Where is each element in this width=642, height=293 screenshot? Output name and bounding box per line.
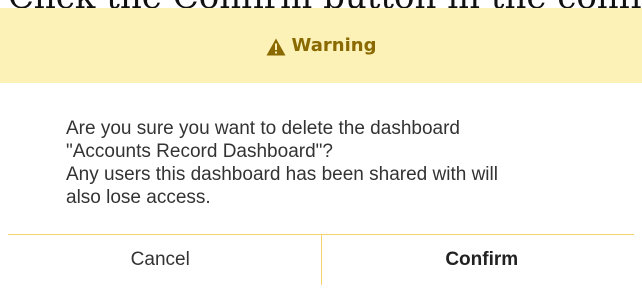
instruction-text: Click the Confirm button in the confirm: [0, 0, 642, 8]
confirm-button[interactable]: Confirm: [322, 235, 642, 285]
dialog-footer: Cancel Confirm: [0, 235, 642, 285]
message-line: "Accounts Record Dashboard"?: [66, 141, 333, 162]
message-line: Any users this dashboard has been shared…: [66, 164, 498, 185]
message-line: also lose access.: [66, 187, 211, 208]
message-line: Are you sure you want to delete the dash…: [66, 118, 460, 139]
dialog-message: Are you sure you want to delete the dash…: [0, 83, 642, 242]
dialog-header: Warning: [0, 8, 642, 83]
warning-triangle-icon: [266, 38, 286, 56]
dialog-title: Warning: [291, 35, 377, 56]
cancel-button[interactable]: Cancel: [0, 235, 321, 285]
